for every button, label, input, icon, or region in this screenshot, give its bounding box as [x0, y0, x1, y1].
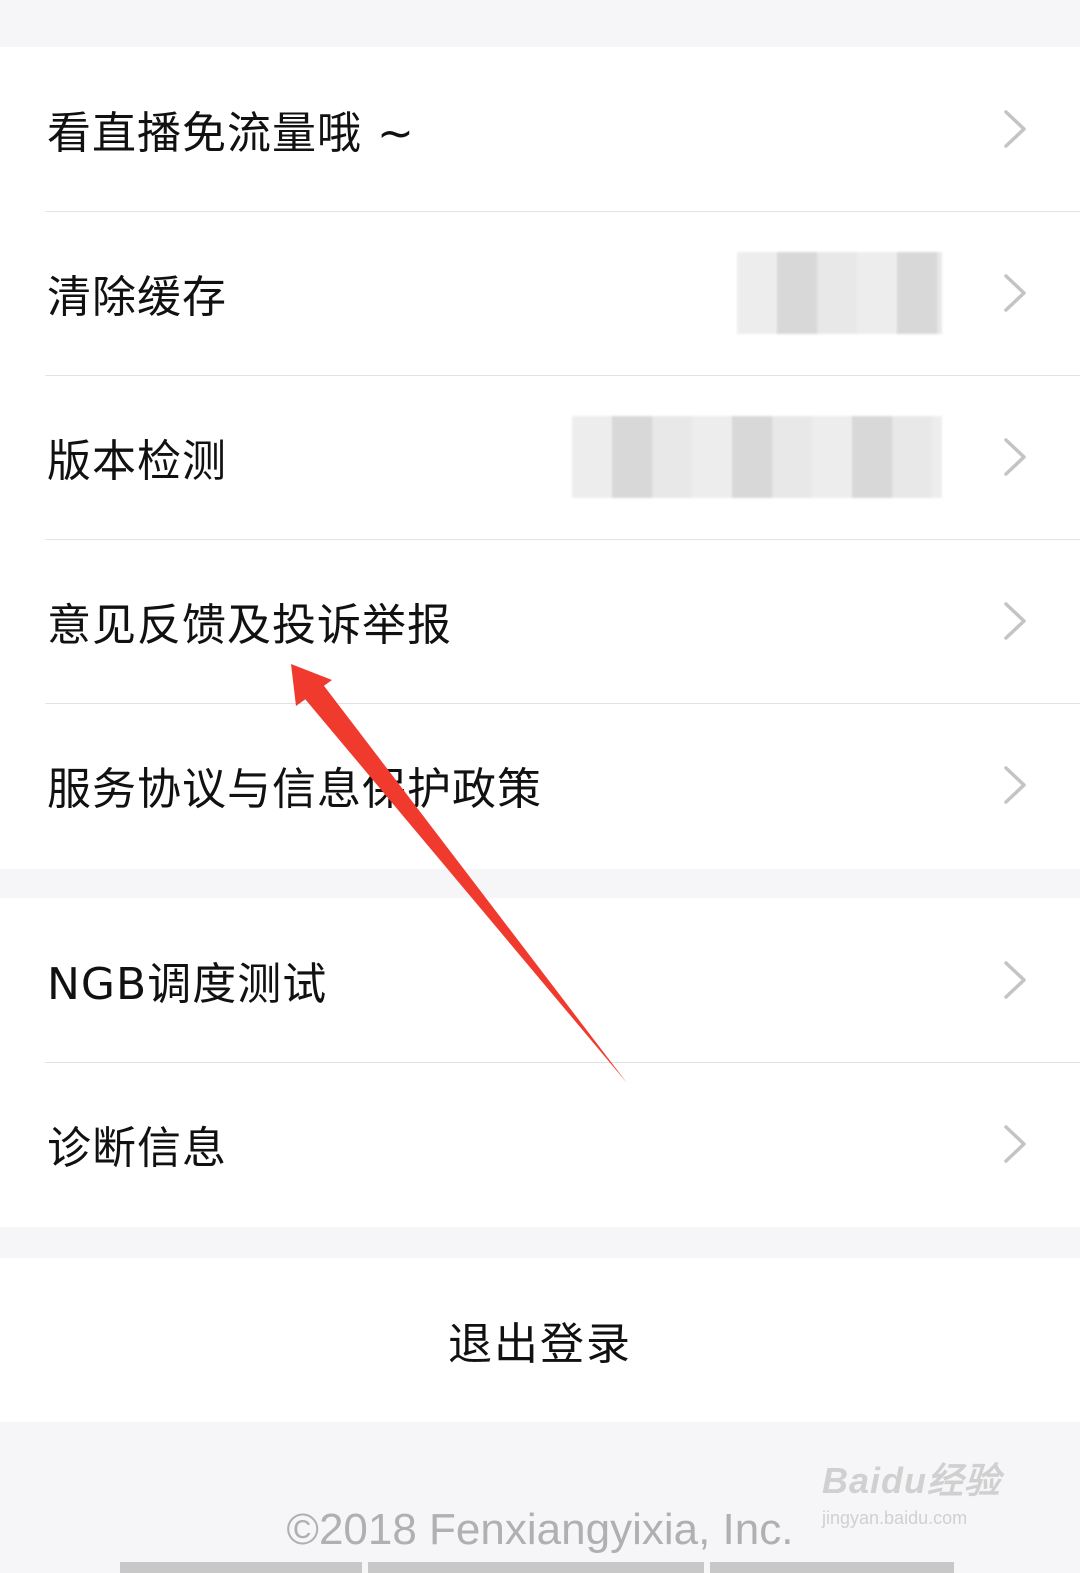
- settings-group-main: 看直播免流量哦 ~ 清除缓存 版本检测 意见反馈及投诉举报 服务协议与信息保护政…: [0, 47, 1080, 869]
- chevron-right-icon: [1002, 109, 1028, 149]
- chevron-right-icon: [1002, 601, 1028, 641]
- settings-row-diagnostics[interactable]: 诊断信息: [0, 1062, 1080, 1226]
- row-label: 版本检测: [47, 436, 227, 487]
- logout-section: 退出登录: [0, 1258, 1080, 1422]
- settings-row-free-traffic[interactable]: 看直播免流量哦 ~: [0, 47, 1080, 211]
- settings-row-ngb-test[interactable]: NGB调度测试: [0, 898, 1080, 1062]
- row-label: 看直播免流量哦 ~: [47, 108, 415, 159]
- row-label: 服务协议与信息保护政策: [47, 764, 542, 815]
- settings-group-debug: NGB调度测试 诊断信息: [0, 898, 1080, 1227]
- row-label: 清除缓存: [47, 272, 227, 323]
- settings-row-service-agreement[interactable]: 服务协议与信息保护政策: [0, 703, 1080, 867]
- row-label: NGB调度测试: [47, 959, 328, 1010]
- settings-row-version-check[interactable]: 版本检测: [0, 375, 1080, 539]
- chevron-right-icon: [1002, 960, 1028, 1000]
- chevron-right-icon: [1002, 765, 1028, 805]
- watermark-url: jingyan.baidu.com: [822, 1508, 968, 1528]
- redacted-version-number: [572, 416, 942, 498]
- row-label: 意见反馈及投诉举报: [47, 600, 452, 651]
- baidu-jingyan-watermark: Baidu经验 jingyan.baidu.com: [822, 1452, 1022, 1542]
- bottom-tab-bar-edge: [120, 1562, 954, 1573]
- logout-button[interactable]: 退出登录: [0, 1308, 1080, 1372]
- settings-row-clear-cache[interactable]: 清除缓存: [0, 211, 1080, 375]
- chevron-right-icon: [1002, 437, 1028, 477]
- redacted-cache-size: [737, 252, 942, 334]
- chevron-right-icon: [1002, 273, 1028, 313]
- settings-row-feedback[interactable]: 意见反馈及投诉举报: [0, 539, 1080, 703]
- watermark-brand: Baidu经验: [822, 1460, 1002, 1501]
- row-label: 诊断信息: [47, 1123, 227, 1174]
- chevron-right-icon: [1002, 1124, 1028, 1164]
